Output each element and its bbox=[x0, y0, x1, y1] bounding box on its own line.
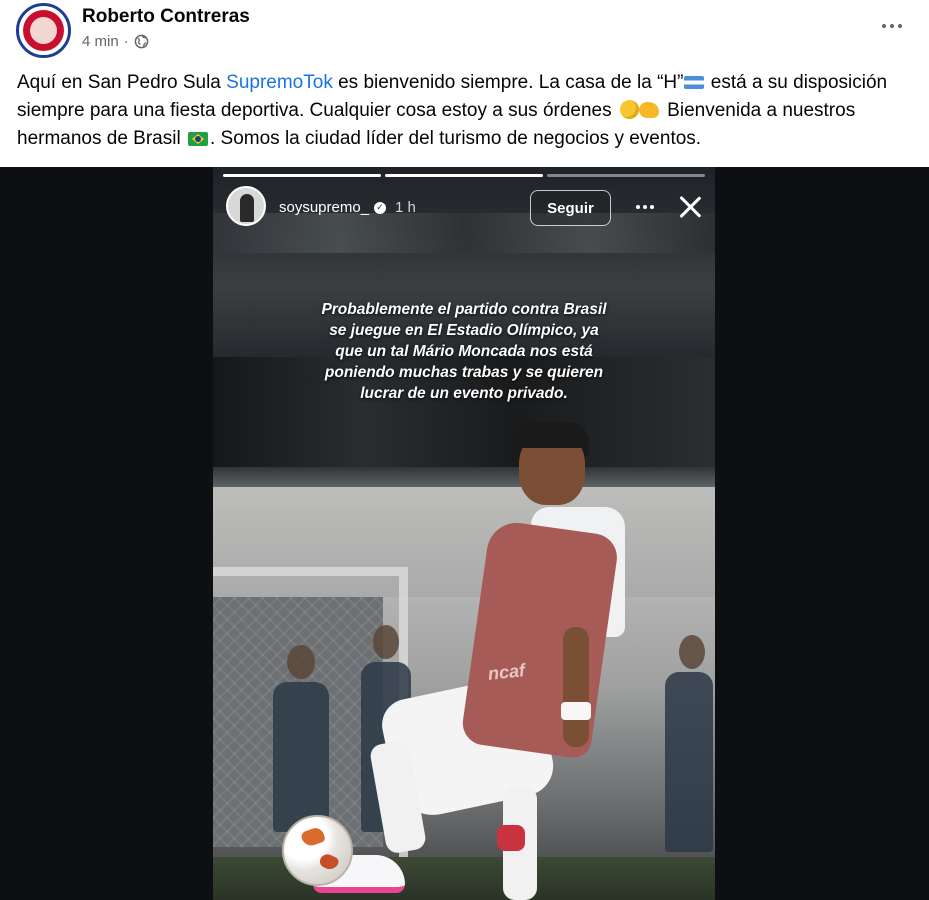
player-hair bbox=[513, 422, 589, 448]
author-avatar[interactable] bbox=[16, 3, 71, 58]
story-more-icon[interactable] bbox=[633, 197, 657, 217]
background-person-head bbox=[373, 625, 399, 659]
post-media[interactable]: ncaf soysupremo_ ✓ 1 h Seguir Probableme… bbox=[0, 167, 929, 900]
honduras-flag-icon bbox=[684, 76, 705, 89]
close-icon[interactable] bbox=[677, 194, 703, 220]
stadium-banner bbox=[213, 213, 715, 253]
verified-icon: ✓ bbox=[374, 201, 387, 214]
background-person-head bbox=[679, 635, 705, 669]
smiling-face-emoji-icon bbox=[619, 100, 639, 119]
meta-separator: · bbox=[123, 33, 129, 50]
background-person bbox=[273, 682, 329, 832]
more-dot bbox=[890, 24, 894, 28]
brazil-flag-icon bbox=[187, 132, 208, 146]
hand-emoji-icon bbox=[638, 102, 659, 118]
progress-segment bbox=[223, 174, 381, 177]
story-user-avatar[interactable] bbox=[226, 186, 266, 226]
globe-icon[interactable] bbox=[134, 34, 149, 49]
more-dot bbox=[898, 24, 902, 28]
progress-segment bbox=[385, 174, 543, 177]
post-text-part: es bienvenido siempre. La casa de la “H” bbox=[332, 72, 684, 93]
post-text: Aquí en San Pedro Sula SupremoTok es bie… bbox=[17, 69, 917, 153]
author-name[interactable]: Roberto Contreras bbox=[82, 6, 250, 28]
progress-segment bbox=[547, 174, 705, 177]
post-text-part: . Somos la ciudad líder del turismo de n… bbox=[209, 128, 702, 149]
bib-text: ncaf bbox=[487, 660, 526, 684]
story-progress bbox=[223, 174, 705, 177]
caption-line: se juegue en El Estadio Olímpico, ya bbox=[329, 322, 599, 339]
post-text-part: Aquí en San Pedro Sula bbox=[17, 72, 227, 93]
caption-line: Probablemente el partido contra Brasil bbox=[321, 301, 607, 318]
instagram-story[interactable]: ncaf soysupremo_ ✓ 1 h Seguir Probableme… bbox=[213, 167, 715, 900]
post-timestamp[interactable]: 4 min bbox=[82, 33, 119, 50]
follow-button[interactable]: Seguir bbox=[530, 190, 611, 226]
avatar-emblem bbox=[23, 10, 64, 51]
caption-line: que un tal Mário Moncada nos está bbox=[335, 343, 593, 360]
story-username[interactable]: soysupremo_ bbox=[279, 199, 369, 216]
story-caption: Probablemente el partido contra Brasil s… bbox=[253, 299, 675, 404]
wristband bbox=[561, 702, 591, 720]
mention-link[interactable]: SupremoTok bbox=[226, 72, 333, 93]
background-person-head bbox=[287, 645, 315, 679]
player-arm bbox=[563, 627, 589, 747]
story-timestamp: 1 h bbox=[395, 199, 416, 216]
caption-line: lucrar de un evento privado. bbox=[360, 385, 568, 402]
background-person bbox=[665, 672, 713, 852]
post-meta: 4 min · bbox=[82, 33, 149, 50]
caption-line: poniendo muchas trabas y se quieren bbox=[324, 364, 604, 381]
post-header: Roberto Contreras 4 min · bbox=[0, 0, 929, 66]
knee-sleeve bbox=[497, 825, 525, 851]
football bbox=[282, 815, 353, 886]
story-user-info: soysupremo_ ✓ 1 h bbox=[279, 199, 416, 216]
post-more-button[interactable] bbox=[877, 14, 907, 38]
more-dot bbox=[882, 24, 886, 28]
